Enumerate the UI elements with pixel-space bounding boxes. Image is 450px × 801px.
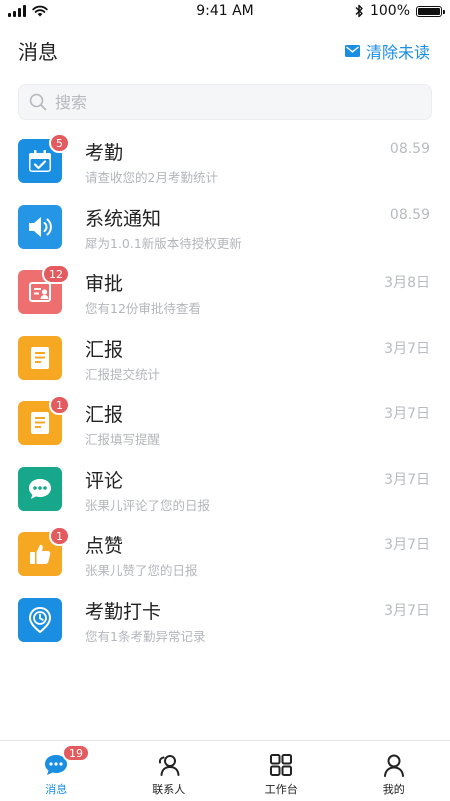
message-item-report-reminder[interactable]: 1 汇报 汇报填写提醒 3月7日 (0, 394, 450, 460)
header: 消息 清除未读 (0, 30, 450, 70)
location-clock-icon (26, 605, 54, 635)
message-item-report-summary[interactable]: 汇报 汇报提交统计 3月7日 (0, 329, 450, 395)
report-app-icon (18, 336, 62, 380)
search-input[interactable] (53, 92, 397, 113)
message-item-clock-in[interactable]: 考勤打卡 您有1条考勤异常记录 3月7日 (0, 591, 450, 657)
message-time: 08.59 (390, 207, 430, 223)
grid-icon (269, 753, 293, 777)
message-time: 3月7日 (384, 600, 430, 620)
page-title: 消息 (18, 36, 58, 65)
clear-unread-label: 清除未读 (366, 39, 430, 63)
battery-icon (416, 6, 442, 17)
clock-in-app-icon (18, 598, 62, 642)
message-time: 3月8日 (384, 272, 430, 292)
message-time: 3月7日 (384, 338, 430, 358)
unread-badge: 5 (49, 133, 70, 153)
tab-workbench-label: 工作台 (265, 781, 298, 797)
unread-badge: 1 (49, 526, 70, 546)
attendance-app-icon: 5 (18, 139, 62, 183)
message-item-system-notice[interactable]: 系统通知 犀为1.0.1新版本待授权更新 08.59 (0, 198, 450, 264)
message-item-like[interactable]: 1 点赞 张果儿赞了您的日报 3月7日 (0, 525, 450, 591)
message-title: 评论 (85, 466, 123, 493)
message-list: 5 考勤 请查收您的2月考勤统计 08.59 系统通知 犀为1.0.1新版本待授… (0, 132, 450, 656)
message-time: 3月7日 (384, 534, 430, 554)
status-bar: 9:41 AM 100% (0, 0, 450, 24)
message-time: 3月7日 (384, 403, 430, 423)
tab-messages[interactable]: 消息 19 (0, 741, 113, 801)
report-document-icon (27, 409, 53, 437)
message-item-approval[interactable]: 12 审批 您有12份审批待查看 3月8日 (0, 263, 450, 329)
unread-badge: 1 (49, 395, 70, 415)
message-title: 考勤 (85, 138, 123, 165)
unread-badge: 12 (42, 264, 70, 284)
comment-app-icon (18, 467, 62, 511)
message-title: 审批 (85, 269, 123, 296)
message-time: 3月7日 (384, 469, 430, 489)
message-title: 点赞 (85, 531, 123, 558)
thumbs-up-icon (26, 540, 54, 568)
message-preview: 汇报提交统计 (85, 364, 160, 383)
approval-app-icon: 12 (18, 270, 62, 314)
message-item-attendance[interactable]: 5 考勤 请查收您的2月考勤统计 08.59 (0, 132, 450, 198)
message-preview: 汇报填写提醒 (85, 429, 160, 448)
tab-bar: 消息 19 联系人 工作台 我的 (0, 740, 450, 801)
message-preview: 您有12份审批待查看 (85, 298, 201, 317)
like-app-icon: 1 (18, 532, 62, 576)
report-app-icon: 1 (18, 401, 62, 445)
mail-icon (345, 45, 360, 57)
user-icon (382, 753, 406, 777)
tab-messages-badge: 19 (62, 744, 90, 762)
message-title: 汇报 (85, 335, 123, 362)
bluetooth-icon (354, 4, 364, 18)
message-title: 考勤打卡 (85, 597, 161, 624)
tab-contacts-label: 联系人 (152, 781, 185, 797)
report-document-icon (27, 344, 53, 372)
tab-mine-label: 我的 (383, 781, 405, 797)
speaker-icon (25, 213, 55, 241)
comment-bubble-icon (26, 475, 54, 503)
message-preview: 张果儿评论了您的日报 (85, 495, 210, 514)
message-preview: 您有1条考勤异常记录 (85, 626, 205, 645)
search-bar[interactable] (18, 84, 432, 120)
message-preview: 犀为1.0.1新版本待授权更新 (85, 233, 242, 252)
battery-percent: 100% (370, 3, 410, 19)
message-title: 汇报 (85, 400, 123, 427)
status-right: 100% (354, 3, 442, 19)
system-notice-app-icon (18, 205, 62, 249)
calendar-check-icon (26, 147, 54, 175)
message-title: 系统通知 (85, 204, 161, 231)
message-preview: 张果儿赞了您的日报 (85, 560, 198, 579)
tab-messages-label: 消息 (45, 781, 67, 797)
message-time: 08.59 (390, 141, 430, 157)
contacts-icon (156, 753, 182, 777)
message-preview: 请查收您的2月考勤统计 (85, 167, 218, 186)
tab-workbench[interactable]: 工作台 (225, 741, 338, 801)
clear-unread-button[interactable]: 清除未读 (345, 39, 430, 63)
search-icon (29, 93, 47, 111)
tab-contacts[interactable]: 联系人 (113, 741, 226, 801)
tab-mine[interactable]: 我的 (338, 741, 450, 801)
message-item-comment[interactable]: 评论 张果儿评论了您的日报 3月7日 (0, 460, 450, 526)
